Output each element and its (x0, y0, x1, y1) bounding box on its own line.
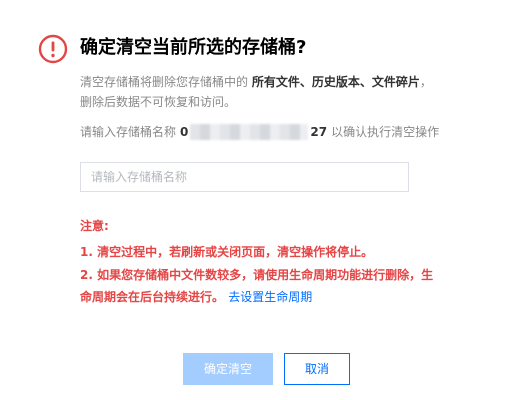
description-bold: 所有文件、历史版本、文件碎片 (251, 75, 420, 89)
confirm-suffix: 以确认执行清空操作 (331, 125, 440, 139)
clear-bucket-dialog: 确定清空当前所选的存储桶? 清空存储桶将删除您存储桶中的 所有文件、历史版本、文… (0, 0, 530, 400)
exclamation-circle-icon (38, 34, 68, 64)
notice-block: 注意: 1. 清空过程中，若刷新或关闭页面，清空操作将停止。 2. 如果您存储桶… (80, 214, 440, 308)
dialog-title: 确定清空当前所选的存储桶? (80, 37, 307, 58)
notice-item-2: 2. 如果您存储桶中文件数较多，请使用生命周期功能进行删除，生命周期会在后台持续… (80, 264, 440, 308)
notice-item-1: 1. 清空过程中，若刷新或关闭页面，清空操作将停止。 (80, 245, 374, 259)
cancel-button[interactable]: 取消 (284, 353, 350, 385)
dialog-description: 清空存储桶将删除您存储桶中的 所有文件、历史版本、文件碎片，删除后数据不可恢复和… (80, 72, 440, 112)
bucket-name-start: 0 (180, 125, 189, 139)
bucket-name-input[interactable] (80, 162, 409, 192)
notice-heading: 注意: (80, 219, 109, 233)
bucket-name-end: 27 (310, 125, 328, 139)
confirm-clear-button[interactable]: 确定清空 (183, 353, 273, 385)
confirm-instruction: 请输入存储桶名称 0 27 以确认执行清空操作 (80, 122, 439, 142)
bucket-name-redacted (190, 124, 309, 140)
description-prefix: 清空存储桶将删除您存储桶中的 (80, 75, 252, 89)
confirm-prefix: 请输入存储桶名称 (80, 125, 177, 139)
lifecycle-settings-link[interactable]: 去设置生命周期 (228, 290, 312, 304)
